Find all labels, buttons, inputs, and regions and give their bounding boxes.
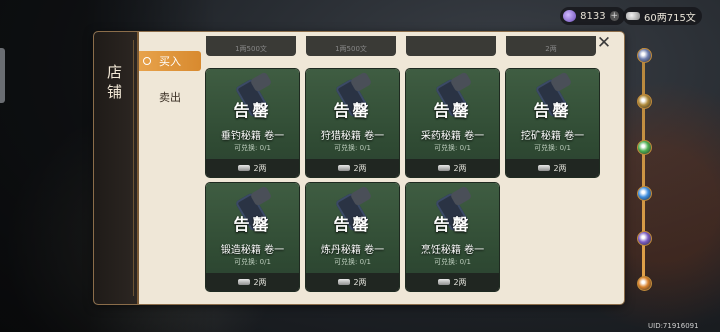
shop-panel: 店铺 买入 卖出 ✕ 1两500文 1两500文 2两 告罄 垂钓秘籍 卷一 可… (94, 32, 624, 304)
money-amount: 60两715文 (644, 12, 696, 24)
tab-sell[interactable]: 卖出 (139, 87, 201, 107)
sold-out-badge: 告罄 (333, 101, 372, 120)
jade-icon (563, 10, 577, 22)
exchange-limit: 可兑换: 0/1 (434, 258, 471, 266)
item-price: 2两 (206, 273, 299, 291)
item-price: 2两 (306, 273, 399, 291)
sold-out-badge: 告罄 (433, 101, 472, 120)
jade-amount: 8133 (580, 10, 606, 22)
item-price: 2两 (206, 159, 299, 177)
track-node-icon[interactable] (637, 140, 652, 155)
silver-icon (238, 165, 251, 171)
shop-item-card[interactable]: 告罄 烹饪秘籍 卷一 可兑换: 0/1 2两 (406, 183, 499, 291)
shop-item-card[interactable]: 告罄 狩猎秘籍 卷一 可兑换: 0/1 2两 (306, 69, 399, 177)
shop-item-card[interactable]: 告罄 采药秘籍 卷一 可兑换: 0/1 2两 (406, 69, 499, 177)
prev-card: 2两 (506, 36, 596, 56)
silver-icon (438, 279, 451, 285)
shop-sidebar: 店铺 (94, 32, 139, 304)
item-name: 锻造秘籍 卷一 (220, 245, 285, 256)
shop-item-card[interactable]: 告罄 炼丹秘籍 卷一 可兑换: 0/1 2两 (306, 183, 399, 291)
exchange-limit: 可兑换: 0/1 (234, 144, 271, 152)
tab-sell-label: 卖出 (159, 91, 181, 104)
shop-item-card[interactable]: 告罄 垂钓秘籍 卷一 可兑换: 0/1 2两 (206, 69, 299, 177)
tab-buy[interactable]: 买入 (139, 51, 201, 71)
user-id: UID:71916091 (648, 322, 699, 330)
time-track (642, 48, 645, 286)
shop-item-card[interactable]: 告罄 锻造秘籍 卷一 可兑换: 0/1 2两 (206, 183, 299, 291)
prev-card: 1两500文 (306, 36, 396, 56)
track-node-icon[interactable] (637, 48, 652, 63)
prev-card: 1两500文 (206, 36, 296, 56)
sold-out-badge: 告罄 (533, 101, 572, 120)
prev-card (406, 36, 496, 56)
exchange-limit: 可兑换: 0/1 (334, 144, 371, 152)
item-price: 2两 (306, 159, 399, 177)
sold-out-badge: 告罄 (433, 215, 472, 234)
sidebar-divider (133, 40, 134, 296)
item-price: 2两 (506, 159, 599, 177)
sold-out-badge: 告罄 (233, 101, 272, 120)
exchange-limit: 可兑换: 0/1 (534, 144, 571, 152)
item-name: 采药秘籍 卷一 (420, 131, 485, 142)
item-name: 狩猎秘籍 卷一 (320, 131, 385, 142)
track-node-icon[interactable] (637, 231, 652, 246)
shop-item-card[interactable]: 告罄 挖矿秘籍 卷一 可兑换: 0/1 2两 (506, 69, 599, 177)
sold-out-badge: 告罄 (333, 215, 372, 234)
item-name: 垂钓秘籍 卷一 (220, 131, 285, 142)
sold-out-badge: 告罄 (233, 215, 272, 234)
track-node-icon[interactable] (637, 186, 652, 201)
item-name: 烹饪秘籍 卷一 (420, 245, 485, 256)
item-price: 2两 (406, 273, 499, 291)
item-price: 2两 (406, 159, 499, 177)
track-node-icon[interactable] (637, 276, 652, 291)
money-currency: 60两715文 (623, 7, 702, 25)
silver-icon (538, 165, 551, 171)
item-grid[interactable]: 1两500文 1两500文 2两 告罄 垂钓秘籍 卷一 可兑换: 0/1 2两 … (206, 36, 616, 298)
item-name: 炼丹秘籍 卷一 (320, 245, 385, 256)
silver-icon (338, 279, 351, 285)
shop-title: 店铺 (107, 63, 123, 101)
add-jade-button[interactable]: + (609, 11, 619, 21)
tab-buy-label: 买入 (159, 55, 181, 68)
silver-icon (238, 279, 251, 285)
jade-currency[interactable]: 8133 + (560, 7, 625, 25)
silver-icon (338, 165, 351, 171)
left-edge-tab[interactable] (0, 48, 5, 103)
exchange-limit: 可兑换: 0/1 (234, 258, 271, 266)
track-node-icon[interactable] (637, 94, 652, 109)
tab-dot-icon (143, 57, 151, 65)
silver-icon (626, 12, 640, 20)
silver-icon (438, 165, 451, 171)
item-name: 挖矿秘籍 卷一 (520, 131, 585, 142)
exchange-limit: 可兑换: 0/1 (434, 144, 471, 152)
exchange-limit: 可兑换: 0/1 (334, 258, 371, 266)
